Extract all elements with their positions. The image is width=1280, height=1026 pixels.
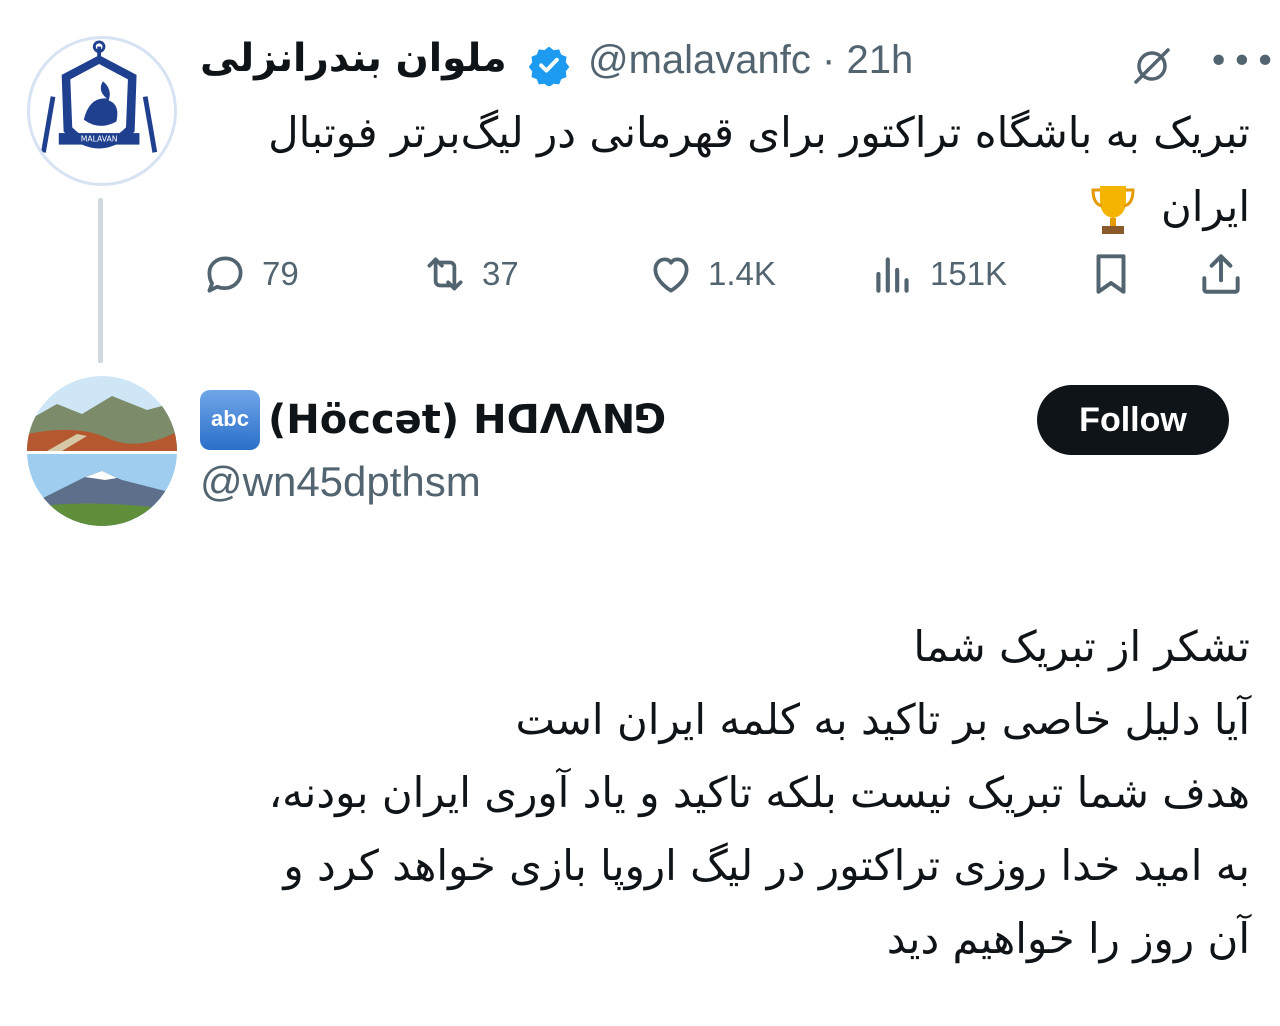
- malavan-logo: MALAVAN: [31, 40, 167, 176]
- share-button[interactable]: [1196, 246, 1258, 302]
- views-button[interactable]: 151K: [868, 246, 1007, 302]
- reply-author-name[interactable]: abc (Höccət) ꓧꓷꓥꓥꓠꓨ: [200, 390, 666, 450]
- thread-connector: [98, 198, 103, 363]
- parent-tweet[interactable]: MALAVAN ملوان بندرانزلی @malavanfc · 21h…: [0, 0, 1280, 370]
- bookmark-button[interactable]: [1086, 246, 1148, 302]
- grok-icon[interactable]: [1130, 44, 1174, 88]
- like-count: 1.4K: [708, 255, 776, 292]
- malavan-avatar[interactable]: MALAVAN: [27, 36, 177, 186]
- parent-time[interactable]: 21h: [847, 38, 914, 82]
- parent-action-bar: 79 37 1.4K 151K: [200, 246, 1260, 302]
- parent-text-line1: تبریک به باشگاه تراکتور برای قهرمانی در …: [268, 108, 1250, 157]
- more-icon[interactable]: •••: [1208, 42, 1276, 82]
- parent-tweet-text: تبریک به باشگاه تراکتور برای قهرمانی در …: [190, 96, 1250, 244]
- parent-handle-time[interactable]: @malavanfc · 21h: [588, 38, 913, 83]
- trophy-icon: [1091, 185, 1135, 234]
- verified-badge-icon: [528, 46, 570, 86]
- time-separator: ·: [822, 38, 836, 82]
- share-icon: [1202, 254, 1240, 294]
- reply-handle[interactable]: @wn45dpthsm: [200, 458, 481, 506]
- reply-line-2: آیا دلیل خاصی بر تاکید به کلمه ایران است: [515, 695, 1251, 744]
- landscape-avatar-image: [27, 376, 177, 526]
- reply-line-3: هدف شما تبریک نیست بلکه تاکید و یاد آوری…: [268, 768, 1250, 817]
- repost-icon: [427, 257, 463, 291]
- parent-text-line2: ایران: [190, 170, 1250, 244]
- reply-author-avatar[interactable]: [27, 376, 177, 526]
- logo-text: MALAVAN: [81, 135, 118, 144]
- parent-tweet-header: ملوان بندرانزلی @malavanfc · 21h •••: [200, 34, 1276, 90]
- follow-button[interactable]: Follow: [1037, 385, 1229, 455]
- like-icon: [653, 257, 689, 293]
- repost-count: 37: [482, 255, 519, 292]
- parent-text-line2-word: ایران: [1160, 182, 1250, 231]
- bookmark-icon: [1096, 254, 1126, 294]
- like-button[interactable]: 1.4K: [646, 246, 776, 302]
- parent-handle[interactable]: @malavanfc: [588, 38, 811, 82]
- views-count: 151K: [930, 255, 1008, 292]
- parent-author-name[interactable]: ملوان بندرانزلی: [200, 36, 507, 81]
- repost-button[interactable]: 37: [420, 246, 519, 302]
- reply-author-name-text[interactable]: (Höccət) ꓧꓷꓥꓥꓠꓨ: [268, 397, 666, 443]
- abc-badge-icon: abc: [200, 390, 260, 450]
- reply-line-1: تشکر از تبریک شما: [913, 622, 1250, 671]
- views-icon: [876, 257, 909, 293]
- reply-tweet[interactable]: abc (Höccət) ꓧꓷꓥꓥꓠꓨ @wn45dpthsm Follow ت…: [0, 370, 1280, 1026]
- reply-count: 79: [262, 255, 299, 292]
- reply-tweet-text: تشکر از تبریک شما آیا دلیل خاصی بر تاکید…: [30, 610, 1250, 975]
- reply-icon: [207, 256, 243, 293]
- reply-line-5: آن روز را خواهیم دید: [886, 914, 1250, 963]
- reply-button[interactable]: 79: [200, 246, 299, 302]
- reply-line-4: به امید خدا روزی تراکتور در لیگ اروپا با…: [283, 841, 1250, 890]
